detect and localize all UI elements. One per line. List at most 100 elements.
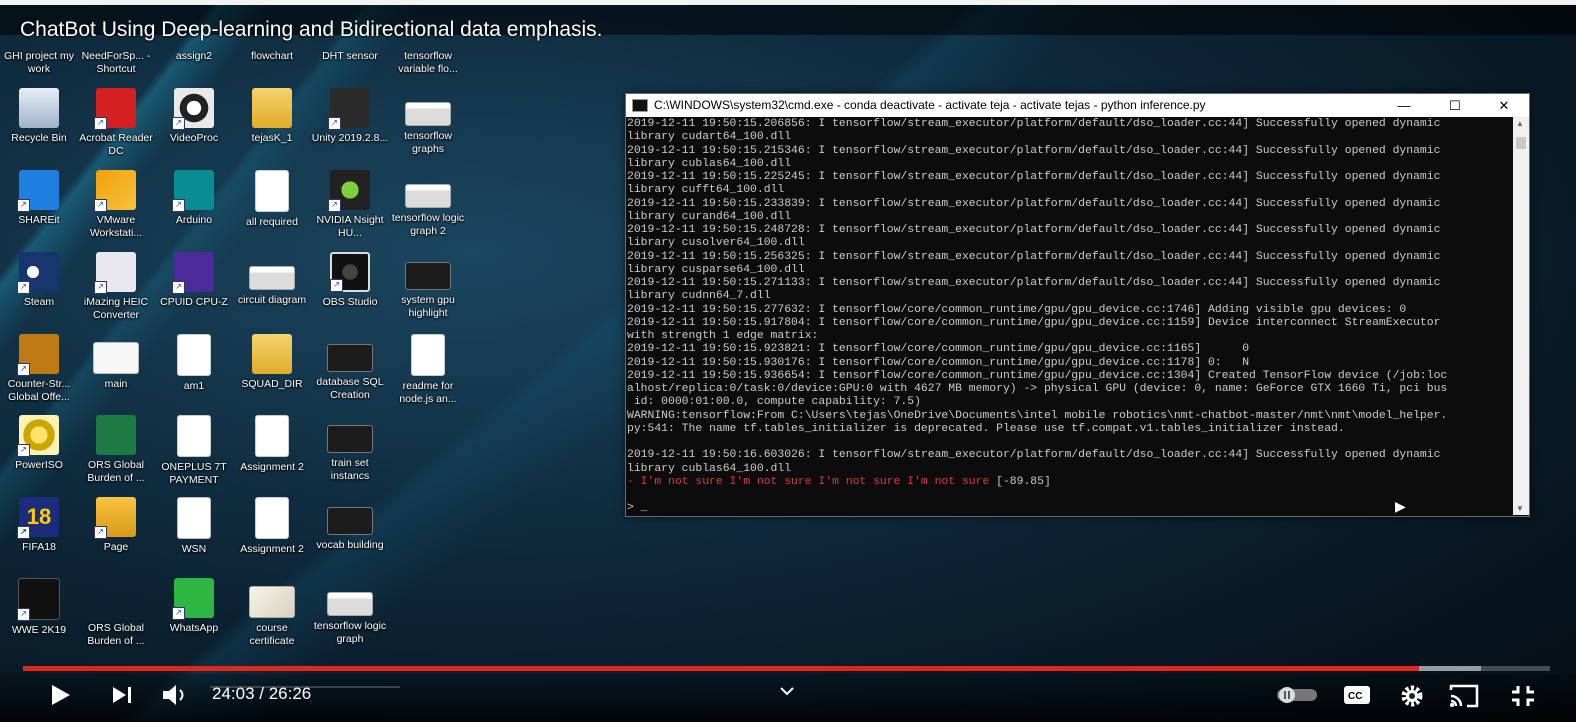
desktop-icon[interactable]: ↗ Page [77,497,155,554]
desktop-icon[interactable]: ↗ NVIDIA Nsight HU... [311,170,389,240]
settings-gear-icon[interactable] [1399,683,1425,709]
app-icon: 18 ↗ [17,497,59,539]
scrollbar-thumb[interactable] [1516,137,1526,149]
cmd-line: library curand64_100.dll [627,210,792,223]
desktop-icon[interactable]: ↗ PowerISO [0,415,78,472]
app-icon: ↗ [17,252,59,294]
app-icon [177,334,211,376]
desktop-icon[interactable]: NeedForSp... - Shortcut [77,50,155,76]
cmd-window-icon [632,99,648,113]
cmd-line: > _ [627,502,648,514]
cmd-line: 2019-12-11 19:50:15.936654: I tensorflow… [627,369,1448,382]
desktop-icon[interactable]: tensorflow logic graph 2 [389,170,467,238]
desktop-icon-label: flowchart [250,50,293,62]
scroll-up-icon[interactable]: ▲ [1516,119,1524,128]
desktop-icon[interactable]: main [77,334,155,391]
autoplay-toggle-icon[interactable] [1276,686,1318,704]
close-button[interactable]: ✕ [1481,94,1527,117]
maximize-button[interactable]: ☐ [1432,94,1478,117]
desktop-icon[interactable]: flowchart [233,50,311,63]
cmd-line: library cusolver64_100.dll [627,237,805,250]
desktop-icon[interactable]: ↗ Counter-Str... Global Offe... [0,334,78,404]
app-icon [327,344,373,372]
desktop-icon-label: PowerISO [15,459,63,471]
svg-text:CC: CC [1348,691,1362,702]
app-icon: ↗ [328,88,370,130]
desktop-icon[interactable]: 18 ↗ FIFA18 [0,497,78,554]
desktop-icon[interactable]: circuit diagram [233,252,311,307]
cmd-line: 2019-12-11 19:50:15.215346: I tensorflow… [627,144,1441,157]
desktop-icon[interactable]: database SQL Creation [311,334,389,402]
desktop-icon-label: WhatsApp [169,622,219,634]
minimize-button[interactable]: — [1381,94,1427,117]
desktop-icon[interactable]: system gpu highlight [389,252,467,320]
progress-bar[interactable] [23,666,1550,671]
desktop-icon-label: Steam [23,296,55,308]
desktop-icon[interactable]: assign2 [155,50,233,63]
desktop-icon[interactable]: train set instancs [311,415,389,483]
desktop-icon[interactable]: all required [233,170,311,229]
desktop-icon[interactable]: ↗ Unity 2019.2.8... [311,88,389,145]
desktop-icon[interactable]: ORS Global Burden of ... [77,415,155,485]
scroll-down-icon[interactable]: ▼ [1516,504,1524,513]
captions-icon[interactable]: CC [1343,684,1371,706]
time-current: 24:03 [212,684,255,703]
cmd-line: library cublas64_100.dll [627,157,792,170]
desktop-icon[interactable]: Assignment 2 [233,497,311,556]
desktop-icon[interactable]: ↗ Acrobat Reader DC [77,88,155,158]
desktop-icon[interactable]: ↗ Arduino [155,170,233,227]
desktop-icon[interactable]: Recycle Bin [0,88,78,145]
cast-icon[interactable] [1449,684,1479,708]
volume-icon[interactable] [162,684,188,706]
app-icon [177,497,211,539]
desktop-icon[interactable]: SQUAD_DIR [233,334,311,391]
shortcut-arrow-icon: ↗ [17,526,30,539]
desktop-icon[interactable]: ↗ OBS Studio [311,252,389,309]
desktop-icon[interactable]: tensorflow graphs [389,88,467,156]
play-icon[interactable] [50,684,72,706]
desktop-icon[interactable]: ↗ SHAREit [0,170,78,227]
desktop-icon[interactable]: tensorflow variable flo... [389,50,467,76]
desktop-icon[interactable]: GHI project my work [0,50,78,76]
desktop-icon[interactable]: ↗ WWE 2K19 [0,578,78,637]
desktop-icon[interactable]: ORS Global Burden of ... [77,578,155,648]
desktop-icon-label: train set instancs [330,457,370,482]
desktop-icon[interactable]: readme for node.js an... [389,334,467,406]
desktop-icon[interactable]: tejasK_1 [233,88,311,145]
desktop-icon[interactable]: ↗ WhatsApp [155,578,233,635]
desktop-icon-label: WSN [181,543,207,555]
desktop-icon[interactable]: WSN [155,497,233,556]
shortcut-arrow-icon: ↗ [94,199,107,212]
desktop-icon[interactable]: ↗ iMazing HEIC Converter [77,252,155,322]
next-icon[interactable] [112,686,134,704]
desktop-icon[interactable]: course certificate [233,578,311,648]
desktop-icon[interactable]: ↗ CPUID CPU-Z [155,252,233,309]
cmd-scrollbar[interactable]: ▲ ▼ [1513,117,1529,515]
desktop-icon[interactable]: ↗ Steam [0,252,78,309]
fullscreen-exit-icon[interactable] [1510,684,1536,708]
cmd-titlebar[interactable]: C:\WINDOWS\system32\cmd.exe - conda deac… [626,94,1529,117]
desktop-icon-label: SQUAD_DIR [241,378,303,390]
desktop-icon[interactable]: Assignment 2 [233,415,311,474]
video-title: ChatBot Using Deep-learning and Bidirect… [20,18,603,41]
desktop-icon-label: NeedForSp... - Shortcut [81,50,151,75]
cmd-line: alhost/replica:0/task:0/device:GPU:0 wit… [627,383,1448,395]
desktop-icon[interactable]: am1 [155,334,233,393]
desktop-icon[interactable]: ↗ VMware Workstati... [77,170,155,240]
desktop-icon-label: VMware Workstati... [89,214,143,239]
desktop-icon-label: Acrobat Reader DC [79,132,153,157]
desktop-icon[interactable]: ↗ VideoProc [155,88,233,145]
desktop-icon[interactable]: DHT sensor [311,50,389,63]
desktop-icon[interactable]: vocab building [311,497,389,552]
desktop-icon[interactable]: ONEPLUS 7T PAYMENT [155,415,233,487]
video-frame[interactable]: GHI project my work NeedForSp... - Shortc… [0,0,1576,722]
cmd-line: 2019-12-11 19:50:16.603026: I tensorflow… [627,449,1441,462]
mouse-cursor-icon: ▶ [1395,498,1406,514]
cmd-window[interactable]: C:\WINDOWS\system32\cmd.exe - conda deac… [625,93,1530,517]
desktop-icon-label: Arduino [175,214,213,226]
app-icon [255,170,289,212]
desktop-icon[interactable]: tensorflow logic graph [311,578,389,646]
chevron-down-icon[interactable] [779,686,795,696]
shortcut-arrow-icon: ↗ [17,199,30,212]
cmd-output[interactable]: 2019-12-11 19:50:15.206856: I tensorflow… [626,118,1512,514]
